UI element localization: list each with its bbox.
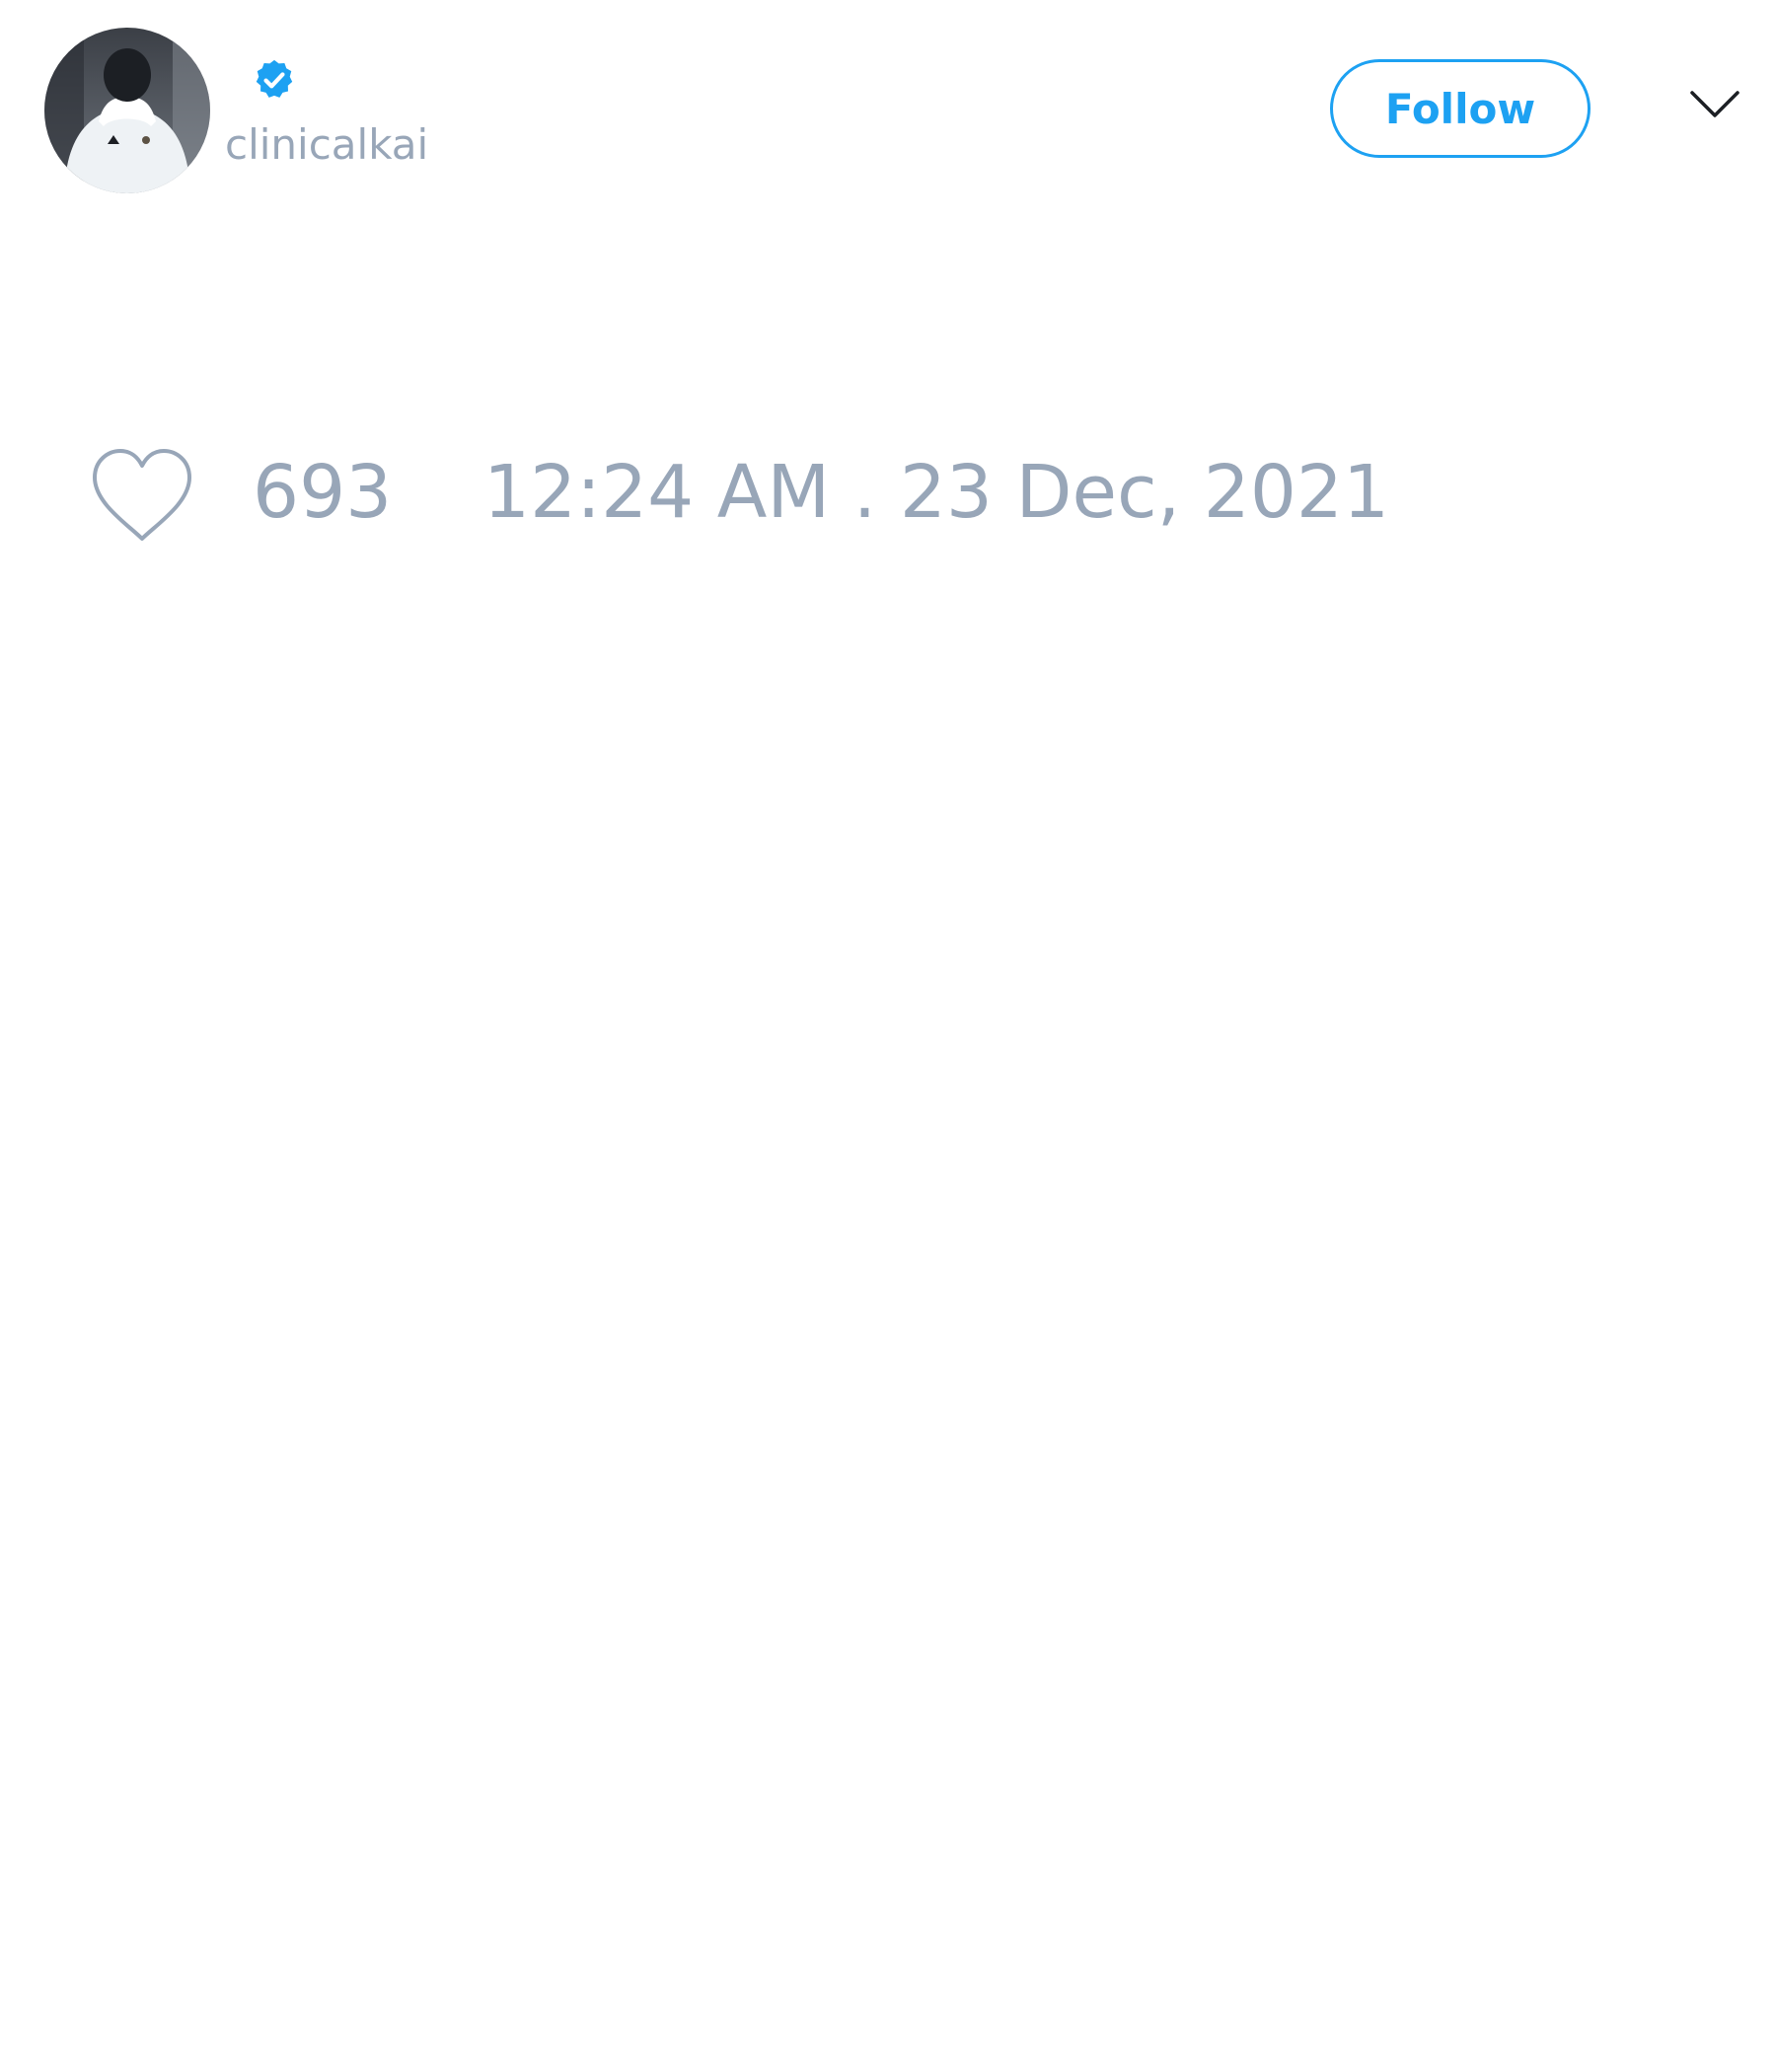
author-handle[interactable]: clinicalkai	[225, 124, 428, 166]
like-count: 693	[253, 450, 393, 535]
chevron-down-icon[interactable]	[1689, 89, 1740, 120]
follow-button[interactable]: Follow	[1330, 59, 1591, 158]
tweet-timestamp[interactable]: 12:24 AM . 23 Dec, 2021	[483, 456, 1389, 529]
verified-badge-icon	[256, 59, 293, 98]
author-avatar[interactable]	[44, 28, 210, 193]
avatar-image	[44, 28, 210, 193]
heart-icon[interactable]	[89, 446, 195, 545]
